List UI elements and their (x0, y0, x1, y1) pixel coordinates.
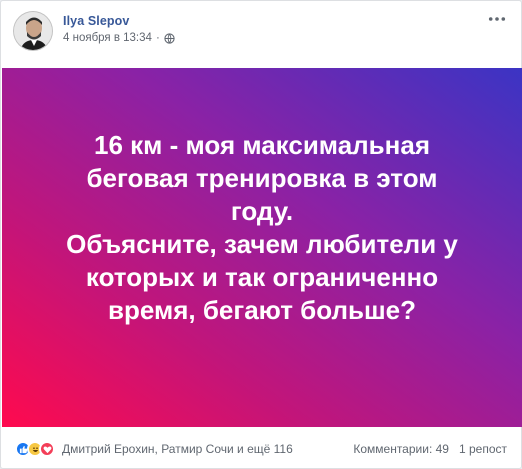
post-timestamp[interactable]: 4 ноября в 13:34 (63, 32, 152, 44)
post-header: Ilya Slepov 4 ноября в 13:34 · (13, 11, 509, 61)
post-text: 16 км - моя максимальная беговая трениро… (66, 129, 458, 325)
globe-icon[interactable] (164, 32, 175, 44)
avatar-portrait (14, 12, 52, 50)
author-name[interactable]: Ilya Slepov (63, 14, 129, 28)
meta-separator: · (155, 32, 160, 44)
post-meta: 4 ноября в 13:34 · (63, 32, 175, 44)
more-horizontal-icon[interactable] (485, 11, 509, 29)
shares-count[interactable]: 1 репост (459, 442, 507, 456)
reactors-text[interactable]: Дмитрий Ерохин, Ратмир Сочи и ещё 116 (62, 442, 293, 456)
love-icon (39, 441, 55, 457)
comments-count[interactable]: Комментарии: 49 (353, 442, 449, 456)
post-card: Ilya Slepov 4 ноября в 13:34 · 16 км - м… (0, 0, 522, 469)
author-avatar[interactable] (13, 11, 53, 51)
post-background-banner: 16 км - моя максимальная беговая трениро… (2, 68, 522, 427)
reaction-icons[interactable] (15, 441, 55, 457)
post-footer: Дмитрий Ерохин, Ратмир Сочи и ещё 116 Ко… (15, 436, 507, 462)
